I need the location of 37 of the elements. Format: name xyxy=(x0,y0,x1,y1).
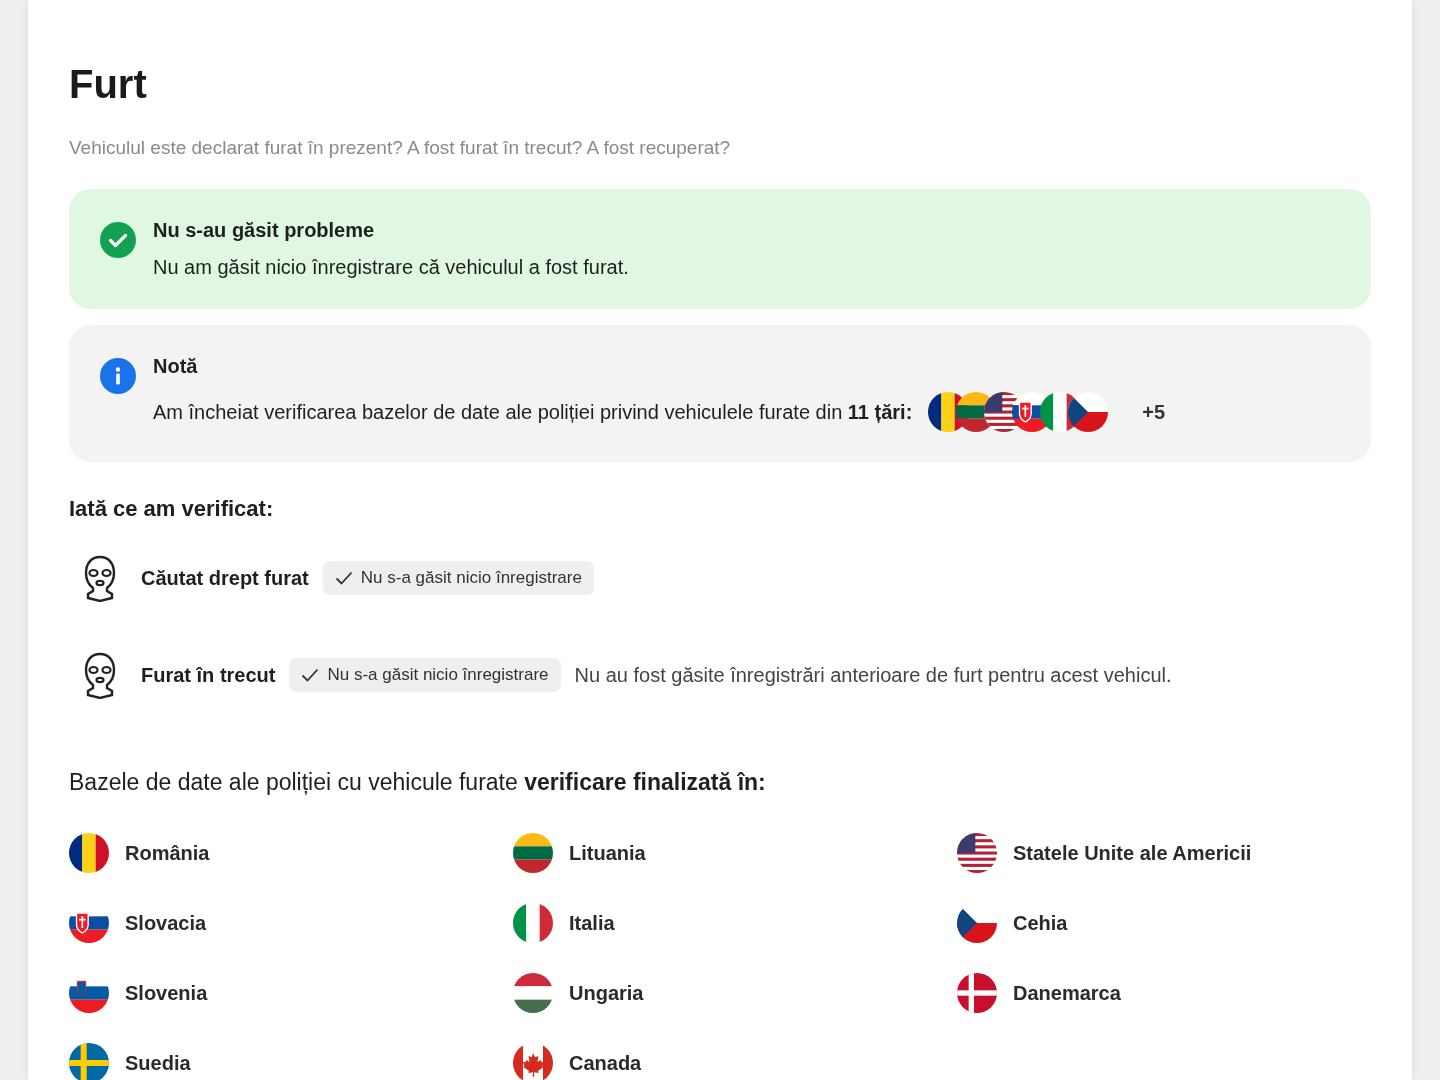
country-name: Suedia xyxy=(125,1051,191,1075)
flag-icon xyxy=(1068,392,1109,432)
country-name: Statele Unite ale Americii xyxy=(1013,841,1252,865)
section-title: Furt xyxy=(69,62,148,107)
status-badge: Nu s-a găsit nicio înregistrare xyxy=(289,658,561,692)
country-name: Slovacia xyxy=(125,911,207,935)
info-icon xyxy=(99,357,137,395)
alert-title: Nu s-au găsit probleme xyxy=(153,219,376,242)
more-count: +5 xyxy=(1142,400,1166,424)
alert-text: Am încheiat verificarea bazelor de date ale poliției privind vehiculele furate din 11 țări: xyxy=(153,400,913,424)
flag-icon xyxy=(69,833,109,873)
countries-heading: Bazele de date ale poliției cu vehicule furate verificare finalizată în: xyxy=(69,769,767,796)
alert-title: Notă xyxy=(153,355,199,378)
flag-icon xyxy=(513,903,553,943)
flag-icon xyxy=(957,833,997,873)
country-name: Lituania xyxy=(569,841,646,865)
country-name: Danemarca xyxy=(1013,981,1121,1005)
check-description: Nu au fost găsite înregistrări anterioare de furt pentru acest vehicul. xyxy=(574,663,1172,687)
country-name: Italia xyxy=(569,911,615,935)
flag-icon xyxy=(69,1043,109,1080)
flag-icon xyxy=(957,973,997,1013)
section-subtitle: Vehiculul este declarat furat în prezent? A fost furat în trecut? A fost recuperat? xyxy=(69,137,732,159)
check-label: Căutat drept furat xyxy=(141,566,309,590)
flag-icon xyxy=(513,833,553,873)
country-name: Slovenia xyxy=(125,981,208,1005)
country-name: Cehia xyxy=(1013,911,1068,935)
check-label: Furat în trecut xyxy=(141,663,276,687)
flag-icon xyxy=(513,973,553,1013)
check-circle-icon xyxy=(99,221,137,259)
check-icon xyxy=(334,570,353,586)
country-name: România xyxy=(125,841,210,865)
country-name: Ungaria xyxy=(569,981,644,1005)
alert-text: Nu am găsit nicio înregistrare că vehiculul a fost furat. xyxy=(153,256,629,279)
country-name: Canada xyxy=(569,1051,642,1075)
status-badge: Nu s-a găsit nicio înregistrare xyxy=(322,561,594,595)
checks-heading: Iată ce am verificat: xyxy=(69,496,275,522)
check-icon xyxy=(301,667,320,683)
